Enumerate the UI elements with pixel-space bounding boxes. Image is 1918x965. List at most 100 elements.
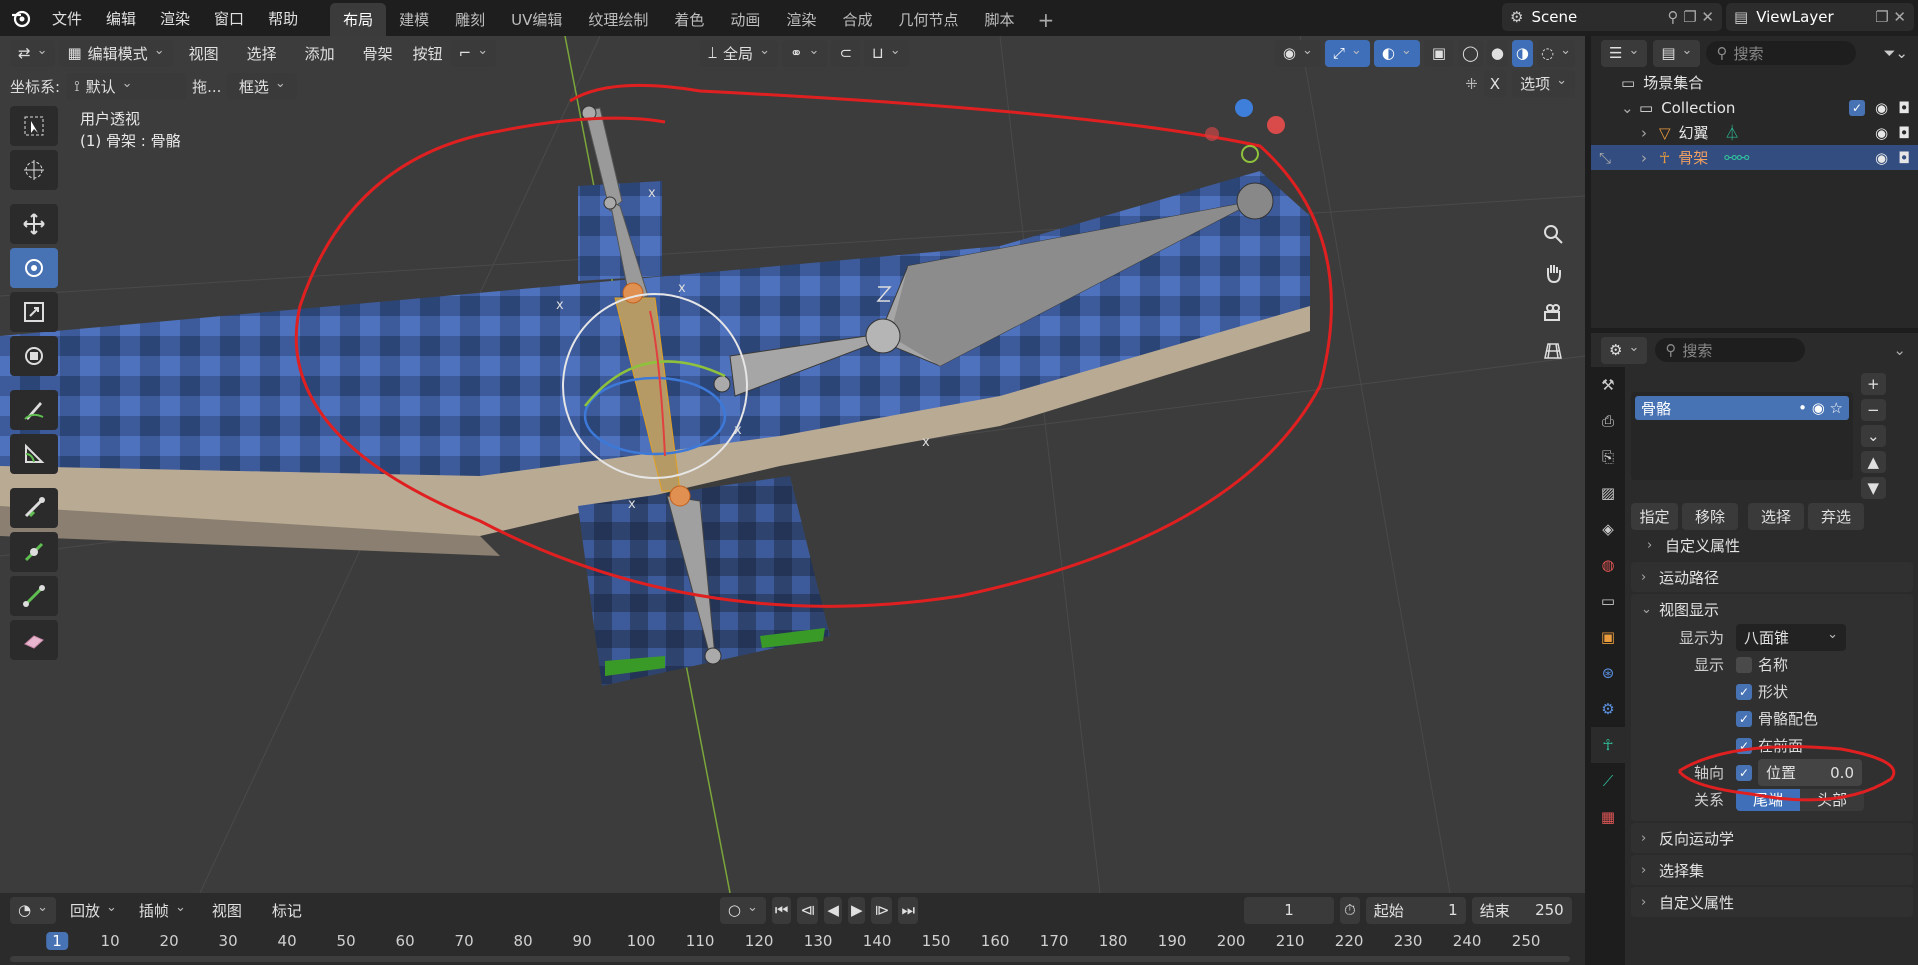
outliner-display-mode[interactable]: ▤ [1653,39,1701,67]
menu-add[interactable]: 添加 [293,43,347,64]
tab-rendering[interactable]: 渲染 [773,3,829,36]
armature-data-tab-icon[interactable]: ☥ [1591,727,1625,763]
tab-sculpting[interactable]: 雕刻 [442,3,498,36]
tab-compositing[interactable]: 合成 [829,3,885,36]
transform-tool-icon[interactable] [10,336,58,376]
tab-shading[interactable]: 着色 [661,3,717,36]
expand-arrow-icon[interactable]: › [1641,149,1659,167]
select-button[interactable]: 选择 [1748,503,1804,530]
timeline-scrollbar[interactable] [10,956,1570,962]
bone-colors-checkbox[interactable]: ✓ [1736,710,1752,727]
menu-button[interactable]: 按钮 [409,43,447,64]
x-mirror-toggle[interactable]: X [1483,70,1507,97]
outliner-editor-type[interactable]: ☰ [1601,39,1648,67]
3d-viewport[interactable]: x x x x x x ⇄ ▦ 编辑模式 视图 选择 添加 骨架 按钮 ⌐ ⟘ 全局 ⚭ ⊂… [0,36,1585,893]
tab-animation[interactable]: 动画 [717,3,773,36]
menu-window[interactable]: 窗口 [202,8,256,29]
perspective-toggle-icon[interactable] [1535,333,1571,369]
outliner-search-input[interactable]: ⚲ 搜索 [1706,41,1857,65]
snap-toggle[interactable]: ⌐ [450,39,497,67]
transform-orientation-selector[interactable]: ⟘ 全局 [700,39,778,67]
move-up-button[interactable]: ▲ [1861,451,1886,473]
object-row-armature[interactable]: ⤡ › ☥ 骨架 ⚯⚯ ◉ ◘ [1591,145,1918,170]
bone-size-tool-icon[interactable] [10,532,58,572]
select-box-tool-icon[interactable] [10,106,58,146]
xray-toggle[interactable]: ▣ [1423,39,1455,67]
output-tab-icon[interactable]: ⎘ [1591,439,1625,475]
pan-hand-icon[interactable] [1535,255,1571,291]
scene-selector[interactable]: ⚙ Scene ⚲ ❐ ✕ [1502,3,1722,31]
menu-edit[interactable]: 编辑 [94,8,148,29]
collection-menu-button[interactable]: ⌄ [1861,425,1886,447]
annotate-tool-icon[interactable] [10,390,58,430]
nav-gizmo-y[interactable] [1241,145,1259,163]
armature-data-icon[interactable]: ⚯⚯ [1724,149,1749,167]
remove-button[interactable]: 移除 [1682,503,1738,530]
envelope-tool-icon[interactable] [10,620,58,660]
keying-menu[interactable]: 插帧 [131,897,194,924]
collection-expand-icon[interactable]: ⌄ [1621,99,1639,117]
menu-select[interactable]: 选择 [235,43,289,64]
start-frame-field[interactable]: 起始 1 [1365,896,1466,924]
collection-include-checkbox[interactable]: ✓ [1849,99,1866,116]
render-camera-icon[interactable]: ◘ [1898,99,1910,117]
menu-render[interactable]: 渲染 [148,8,202,29]
assign-button[interactable]: 指定 [1631,503,1678,530]
tool-tab-icon[interactable]: ⚒ [1591,367,1625,403]
nav-gizmo-z[interactable] [1235,99,1253,117]
remove-collection-button[interactable]: − [1861,399,1886,421]
scene-collection-row[interactable]: ▭ 场景集合 [1591,70,1918,95]
pivot-selector[interactable]: ⚭ [781,39,828,67]
timeline-marker-menu[interactable]: 标记 [260,900,314,921]
gizmo-toggle[interactable]: ⤢ [1324,39,1370,67]
shading-material-icon[interactable]: ◑ [1511,39,1533,67]
scene-pin-icon[interactable]: ⚲ ❐ ✕ [1667,8,1714,26]
snap-icon[interactable]: ⊂ [831,39,861,67]
scale-tool-icon[interactable] [10,292,58,332]
texture-tab-icon[interactable]: ▦ [1591,799,1625,835]
tab-uv-editing[interactable]: UV编辑 [498,3,575,36]
move-down-button[interactable]: ▼ [1861,477,1886,499]
ik-header[interactable]: › 反向运动学 [1631,823,1913,853]
menu-help[interactable]: 帮助 [256,8,310,29]
play-icon[interactable]: ▶ [847,896,866,924]
display-as-dropdown[interactable]: 八面锥 [1736,624,1846,651]
auto-keying-toggle[interactable]: ○ [719,896,766,924]
nav-gizmo-x[interactable] [1267,116,1285,134]
world-tab-icon[interactable]: ◍ [1591,547,1625,583]
bone-roll-tool-icon[interactable] [10,576,58,616]
mirror-icon[interactable]: ⁜ [1465,75,1478,93]
properties-editor-type[interactable]: ⚙ [1601,336,1648,364]
playback-menu[interactable]: 回放 [62,897,125,924]
visibility-selector[interactable]: ◉ [1274,39,1321,67]
blender-logo-icon[interactable] [10,7,32,29]
zoom-icon[interactable] [1535,216,1571,252]
collection-row[interactable]: ⌄ ▭ Collection ✓ ◉ ◘ [1591,95,1918,120]
editor-type-button[interactable]: ⇄ [10,39,56,67]
camera-view-icon[interactable] [1535,294,1571,330]
add-collection-button[interactable]: + [1861,373,1886,395]
eye-icon[interactable]: ◉ [1875,149,1888,167]
view-layer-selector[interactable]: ▤ ViewLayer ❐ ✕ [1726,3,1914,31]
view-layer-tab-icon[interactable]: ▨ [1591,475,1625,511]
select-mode-selector[interactable]: 框选 [227,72,298,100]
expand-arrow-icon[interactable]: › [1641,124,1659,142]
next-keyframe-icon[interactable]: ⧐ [871,896,893,924]
render-camera-icon[interactable]: ◘ [1898,149,1910,167]
jump-end-icon[interactable]: ⏭ [898,896,918,924]
bone-collection-item[interactable]: 骨骼 • ◉ ☆ [1635,396,1849,420]
menu-file[interactable]: 文件 [40,8,94,29]
bone-tab-icon[interactable]: ⟋ [1591,763,1625,799]
options-button[interactable]: 选项 [1512,70,1575,97]
timeline-editor-type[interactable]: ◔ [10,896,56,924]
drag-label[interactable]: 拖... [192,76,221,97]
tab-geometry-nodes[interactable]: 几何节点 [885,3,971,36]
mode-selector[interactable]: ▦ 编辑模式 [59,39,173,67]
tab-scripting[interactable]: 脚本 [971,3,1027,36]
eye-icon[interactable]: ◉ [1875,99,1888,117]
scene-tab-icon[interactable]: ◈ [1591,511,1625,547]
tab-layout[interactable]: 布局 [330,3,387,36]
overlay-toggle[interactable]: ◐ [1373,39,1420,67]
extrude-tool-icon[interactable] [10,488,58,528]
eye-icon[interactable]: ◉ [1875,124,1888,142]
